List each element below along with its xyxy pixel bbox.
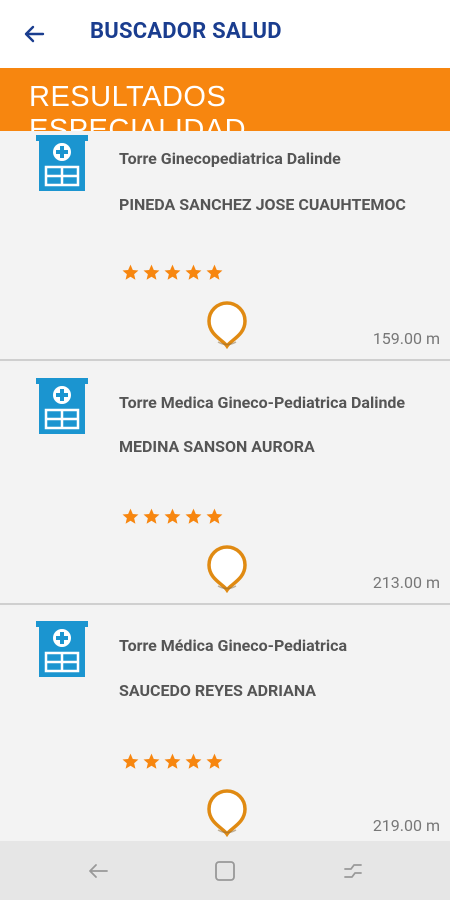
result-card[interactable]: Torre Médica Gineco-Pediatrica SAUCEDO R… bbox=[0, 607, 450, 841]
hospital-icon bbox=[36, 621, 88, 677]
star-icon bbox=[122, 753, 139, 769]
results-list[interactable]: Torre Ginecopediatrica Dalinde PINEDA SA… bbox=[0, 131, 450, 841]
star-icon bbox=[185, 753, 202, 769]
star-icon bbox=[143, 753, 160, 769]
map-pin-icon[interactable] bbox=[204, 787, 250, 837]
back-arrow-icon bbox=[24, 25, 45, 43]
results-banner: RESULTADOS ESPECIALIDAD bbox=[0, 68, 450, 146]
star-icon bbox=[122, 508, 139, 524]
doctor-name: PINEDA SANCHEZ JOSE CUAUHTEMOC bbox=[119, 195, 406, 214]
distance-label: 159.00 m bbox=[372, 329, 440, 348]
nav-recents-icon bbox=[344, 864, 362, 878]
doctor-name: SAUCEDO REYES ADRIANA bbox=[119, 681, 317, 700]
doctor-name: MEDINA SANSON AURORA bbox=[119, 437, 315, 456]
app-bar: BUSCADOR SALUD bbox=[0, 0, 450, 68]
map-pin-icon[interactable] bbox=[204, 543, 250, 593]
nav-back-icon bbox=[89, 864, 108, 878]
star-icon bbox=[164, 508, 181, 524]
distance-label: 219.00 m bbox=[372, 816, 440, 835]
star-icon bbox=[164, 264, 181, 280]
star-icon bbox=[164, 753, 181, 769]
place-name: Torre Medica Gineco-Pediatrica Dalinde bbox=[119, 393, 406, 412]
app-title: BUSCADOR SALUD bbox=[90, 19, 282, 44]
nav-recents-button[interactable] bbox=[337, 855, 369, 887]
star-icon bbox=[185, 264, 202, 280]
rating-stars bbox=[121, 263, 224, 282]
star-icon bbox=[206, 264, 223, 280]
map-pin-icon[interactable] bbox=[204, 299, 250, 349]
nav-back-button[interactable] bbox=[82, 855, 114, 887]
place-name: Torre Ginecopediatrica Dalinde bbox=[119, 149, 341, 168]
back-button[interactable] bbox=[16, 16, 52, 52]
hospital-icon bbox=[36, 135, 88, 191]
star-icon bbox=[206, 753, 223, 769]
rating-stars bbox=[121, 752, 224, 771]
star-icon bbox=[185, 508, 202, 524]
hospital-icon bbox=[36, 378, 88, 434]
result-card[interactable]: Torre Ginecopediatrica Dalinde PINEDA SA… bbox=[0, 131, 450, 361]
rating-stars bbox=[121, 507, 224, 526]
star-icon bbox=[143, 264, 160, 280]
result-card[interactable]: Torre Medica Gineco-Pediatrica Dalinde M… bbox=[0, 363, 450, 605]
system-nav-bar bbox=[0, 841, 450, 900]
nav-home-icon bbox=[215, 861, 235, 881]
distance-label: 213.00 m bbox=[372, 573, 440, 592]
place-name: Torre Médica Gineco-Pediatrica bbox=[119, 636, 348, 655]
nav-home-button[interactable] bbox=[209, 855, 241, 887]
star-icon bbox=[143, 508, 160, 524]
star-icon bbox=[206, 508, 223, 524]
star-icon bbox=[122, 264, 139, 280]
